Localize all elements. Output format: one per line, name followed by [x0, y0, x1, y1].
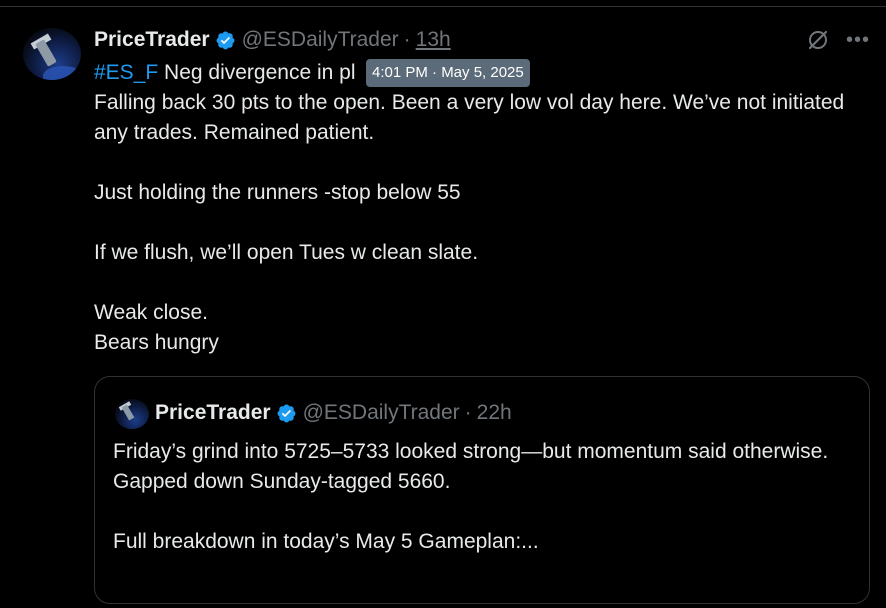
handle[interactable]: @ESDailyTrader	[242, 28, 399, 52]
tweet-text: #ES_F Neg divergence in pl Falling back …	[94, 58, 854, 358]
verified-badge-icon	[216, 31, 235, 49]
quote-separator-dot: ·	[464, 401, 472, 424]
tweet-header: PriceTrader @ESDailyTrader · 13h	[94, 26, 451, 54]
tweet-body: Falling back 30 pts to the open. Been a …	[94, 91, 845, 354]
quote-header: PriceTrader @ESDailyTrader · 22h	[155, 399, 512, 427]
quoted-tweet-card[interactable]: PriceTrader @ESDailyTrader · 22h Friday’…	[94, 376, 870, 604]
avatar[interactable]	[23, 28, 81, 80]
quote-timestamp: 22h	[476, 401, 512, 424]
top-divider	[0, 0, 886, 7]
timestamp-tooltip: 4:01 PM · May 5, 2025	[366, 59, 530, 87]
quote-avatar	[115, 399, 149, 429]
display-name[interactable]: PriceTrader	[94, 28, 210, 52]
quote-display-name: PriceTrader	[155, 401, 271, 424]
timestamp-link[interactable]: 13h	[416, 28, 451, 52]
grok-slash-circle-icon[interactable]	[806, 28, 830, 52]
tweet-first-line: Neg divergence in pl	[158, 61, 356, 84]
separator-dot: ·	[403, 28, 411, 51]
quote-handle: @ESDailyTrader	[302, 401, 460, 424]
verified-badge-icon	[277, 404, 296, 422]
hashtag-link[interactable]: #ES_F	[94, 61, 158, 84]
more-dots-icon[interactable]: •••	[846, 28, 870, 52]
quote-text: Friday’s grind into 5725–5733 looked str…	[113, 440, 829, 553]
